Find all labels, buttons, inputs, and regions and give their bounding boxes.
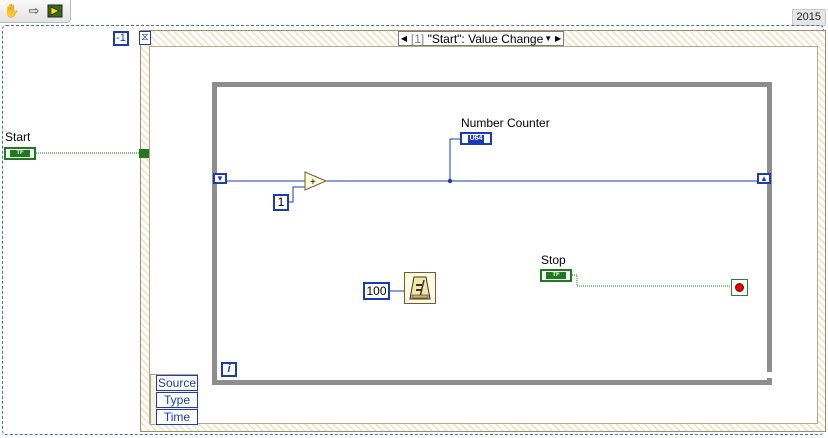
- stop-condition-terminal[interactable]: [731, 279, 748, 296]
- stop-label: Stop: [541, 253, 566, 267]
- increment-constant[interactable]: 1: [273, 194, 289, 211]
- metronome-icon: [409, 276, 431, 300]
- stop-control[interactable]: TF: [540, 269, 572, 282]
- number-counter-indicator[interactable]: U64: [460, 132, 492, 145]
- shift-register-right[interactable]: ▲: [757, 173, 771, 184]
- number-counter-label: Number Counter: [461, 116, 550, 130]
- start-control[interactable]: TF: [4, 147, 36, 160]
- while-loop-gap: [766, 372, 774, 378]
- stop-bool-text: TF: [546, 272, 566, 279]
- start-label: Start: [5, 130, 31, 144]
- start-bool-text: TF: [10, 150, 30, 157]
- stop-condition-icon: [735, 283, 744, 292]
- wait-ms-node[interactable]: [404, 272, 436, 304]
- wait-ms-constant[interactable]: 100: [363, 282, 390, 300]
- iteration-terminal[interactable]: i: [221, 362, 237, 377]
- shift-register-left[interactable]: ▼: [213, 173, 227, 184]
- number-counter-type: U64: [467, 134, 485, 143]
